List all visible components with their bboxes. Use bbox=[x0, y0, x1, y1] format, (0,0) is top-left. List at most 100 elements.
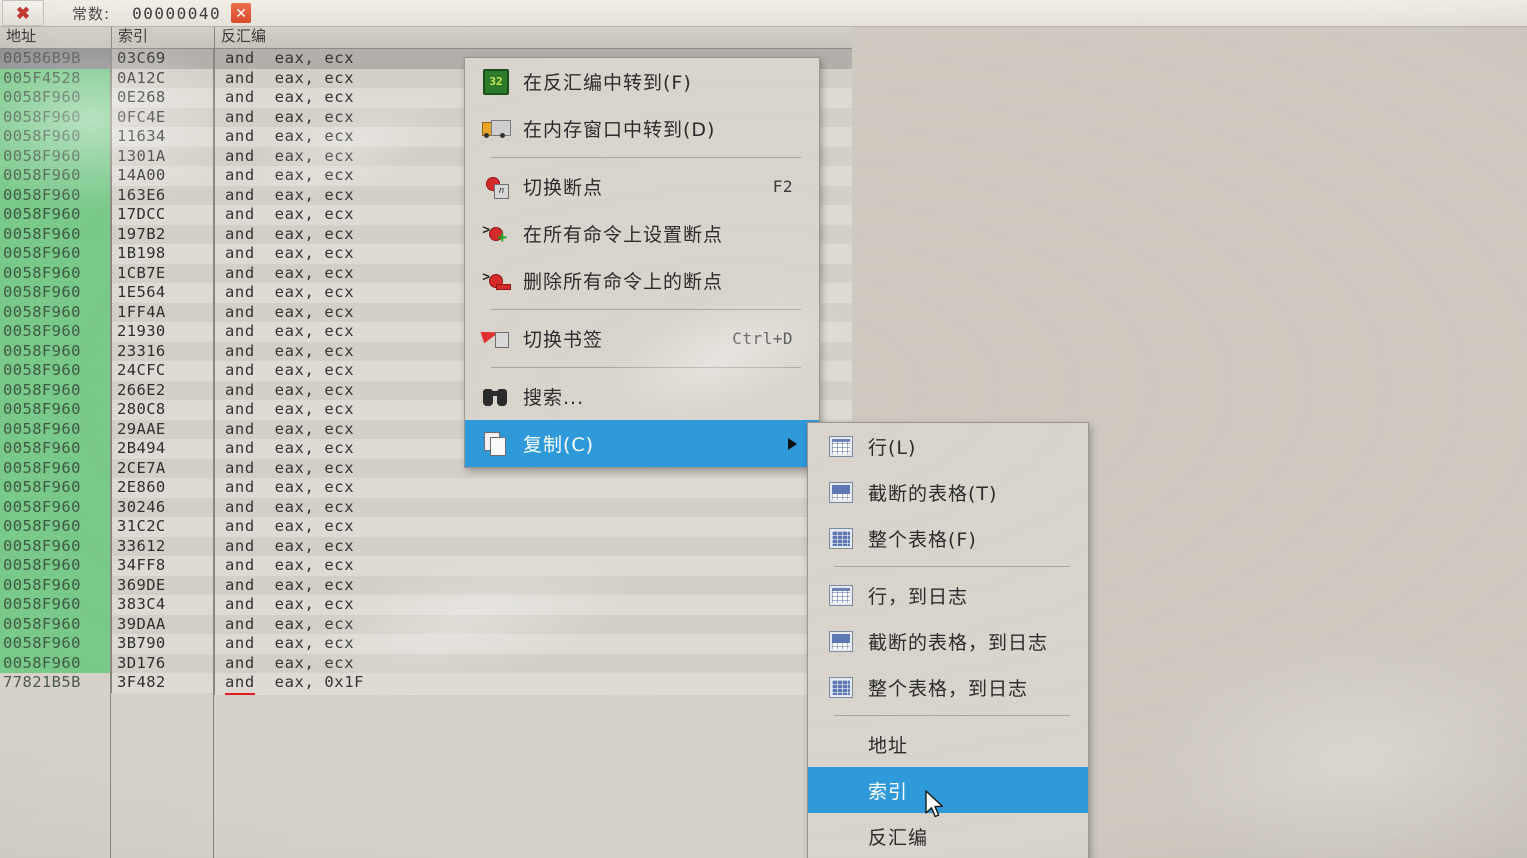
instruction-operands: eax, ecx bbox=[274, 439, 355, 457]
column-divider-2[interactable] bbox=[213, 48, 214, 858]
copy-submenu-item[interactable]: 索引 bbox=[808, 767, 1088, 813]
instruction-mnemonic: and bbox=[225, 595, 255, 617]
cell-index: 163E6 bbox=[111, 185, 213, 205]
cell-index: 1CB7E bbox=[111, 263, 213, 283]
column-divider-1[interactable] bbox=[110, 48, 111, 858]
table-row[interactable]: 0058F960 383C4 and eax, ecx bbox=[0, 595, 852, 617]
cell-index: 30246 bbox=[111, 497, 213, 517]
cell-address: 0058F960 bbox=[0, 341, 110, 361]
cell-index: 197B2 bbox=[111, 224, 213, 244]
context-menu-separator bbox=[491, 157, 801, 158]
table-row[interactable]: 0058F960 369DE and eax, ecx bbox=[0, 575, 852, 597]
copy-submenu-item[interactable]: 地址 bbox=[808, 721, 1088, 767]
column-header-index[interactable]: 索引 bbox=[111, 26, 214, 48]
close-button[interactable]: ✖ bbox=[2, 0, 44, 26]
copy-submenu-item[interactable]: 行，到日志 bbox=[808, 572, 1088, 618]
table-row[interactable]: 77821B5B 3F482 and eax, 0x1F bbox=[0, 673, 852, 695]
context-menu-item[interactable]: > 删除所有命令上的断点 bbox=[465, 257, 819, 304]
instruction-mnemonic: and bbox=[225, 147, 255, 168]
cell-address: 0058F960 bbox=[0, 88, 110, 108]
cell-address: 0058F960 bbox=[0, 458, 110, 478]
instruction-operands: eax, ecx bbox=[274, 478, 355, 496]
cell-address: 005F4528 bbox=[0, 68, 110, 88]
context-menu-item-shortcut: F2 bbox=[772, 177, 793, 196]
cell-address: 0058F960 bbox=[0, 614, 110, 634]
copy-submenu-item[interactable]: 截断的表格(T) bbox=[808, 469, 1088, 515]
instruction-mnemonic: and bbox=[225, 88, 255, 110]
instruction-operands: eax, ecx bbox=[274, 127, 355, 145]
context-menu-item[interactable]: 切换书签 Ctrl+D bbox=[465, 315, 819, 362]
cell-disassembly: and eax, ecx bbox=[214, 575, 852, 597]
context-menu-item[interactable]: 在内存窗口中转到(D) bbox=[465, 105, 819, 152]
instruction-mnemonic: and bbox=[225, 205, 255, 227]
copy-submenu-item[interactable]: 整个表格(F) bbox=[808, 515, 1088, 561]
cell-address: 0058F960 bbox=[0, 302, 110, 322]
table-truncated-icon bbox=[822, 477, 860, 507]
cell-address: 0058F960 bbox=[0, 575, 110, 595]
breakpoint-icon: n bbox=[477, 172, 515, 202]
cell-index: 14A00 bbox=[111, 166, 213, 186]
cell-address: 0058F960 bbox=[0, 439, 110, 459]
instruction-mnemonic: and bbox=[225, 69, 255, 90]
context-menu-separator bbox=[491, 309, 801, 310]
table-row[interactable]: 0058F960 39DAA and eax, ecx bbox=[0, 614, 852, 636]
cell-disassembly: and eax, ecx bbox=[214, 595, 852, 617]
table-row[interactable]: 0058F960 34FF8 and eax, ecx bbox=[0, 556, 852, 578]
instruction-mnemonic: and bbox=[225, 322, 255, 344]
table-row[interactable]: 0058F960 31C2C and eax, ecx bbox=[0, 517, 852, 539]
instruction-operands: eax, ecx bbox=[274, 419, 355, 438]
instruction-operands: eax, ecx bbox=[274, 322, 355, 340]
instruction-operands: eax, ecx bbox=[274, 107, 355, 126]
instruction-mnemonic: and bbox=[225, 556, 255, 578]
cell-index: 383C4 bbox=[111, 595, 213, 615]
context-menu-item-label: 复制(C) bbox=[523, 434, 595, 456]
copy-submenu-item[interactable]: 行(L) bbox=[808, 423, 1088, 469]
cell-index: 21930 bbox=[111, 322, 213, 342]
cell-index: 280C8 bbox=[111, 400, 213, 420]
table-row[interactable]: 0058F960 3B790 and eax, ecx bbox=[0, 634, 852, 656]
table-row[interactable]: 0058F960 30246 and eax, ecx bbox=[0, 497, 852, 519]
context-menu-item[interactable]: 复制(C) bbox=[465, 420, 819, 467]
instruction-mnemonic: and bbox=[225, 283, 255, 305]
instruction-mnemonic: and bbox=[225, 381, 255, 402]
instruction-operands: eax, ecx bbox=[274, 575, 355, 594]
copy-submenu-item[interactable]: 截断的表格，到日志 bbox=[808, 618, 1088, 664]
instruction-operands: eax, ecx bbox=[274, 244, 355, 262]
column-header-address[interactable]: 地址 bbox=[0, 26, 111, 48]
context-menu[interactable]: 32 在反汇编中转到(F) 在内存窗口中转到(D) n 切换断点 F2 > + 在所有命令上设置… bbox=[464, 57, 820, 468]
context-menu-item-label: 切换断点 bbox=[523, 177, 604, 199]
table-row[interactable]: 0058F960 2E860 and eax, ecx bbox=[0, 478, 852, 500]
copy-submenu-separator bbox=[834, 566, 1070, 567]
instruction-operands: eax, ecx bbox=[274, 283, 355, 301]
table-row[interactable]: 0058F960 33612 and eax, ecx bbox=[0, 536, 852, 558]
copy-submenu-item-label: 整个表格(F) bbox=[868, 528, 977, 551]
screen-photo: ✖ 常数: 00000040 ✕ 地址 索引 反汇编 00586B9B 03C69… bbox=[0, 0, 1527, 858]
cell-disassembly: and eax, ecx bbox=[214, 517, 852, 539]
cell-index: 31C2C bbox=[111, 517, 213, 537]
context-menu-item[interactable]: > + 在所有命令上设置断点 bbox=[465, 210, 819, 257]
cell-address: 0058F960 bbox=[0, 127, 110, 147]
constant-value[interactable]: 00000040 bbox=[132, 4, 221, 23]
cell-index: 23316 bbox=[111, 341, 213, 361]
cell-address: 0058F960 bbox=[0, 653, 110, 673]
cell-index: 1FF4A bbox=[111, 302, 213, 322]
copy-submenu[interactable]: 行(L) 截断的表格(T) 整个表格(F) 行，到日志 截断的表格，到日志 整个表格，到日… bbox=[807, 422, 1089, 858]
instruction-operands: eax, ecx bbox=[274, 497, 355, 516]
cell-index: 1E564 bbox=[111, 283, 213, 303]
memory-truck-icon bbox=[477, 114, 515, 144]
clear-constant-button[interactable]: ✕ bbox=[231, 3, 252, 23]
copy-submenu-item[interactable]: 反汇编 bbox=[808, 813, 1088, 858]
table-full-icon bbox=[822, 672, 860, 702]
cell-disassembly: and eax, ecx bbox=[214, 614, 852, 636]
context-menu-item[interactable]: n 切换断点 F2 bbox=[465, 163, 819, 210]
cell-address: 0058F960 bbox=[0, 205, 110, 225]
context-menu-item[interactable]: 搜索... bbox=[465, 373, 819, 420]
table-row[interactable]: 0058F960 3D176 and eax, ecx bbox=[0, 653, 852, 675]
table-header: 地址 索引 反汇编 bbox=[0, 26, 852, 49]
context-menu-item[interactable]: 32 在反汇编中转到(F) bbox=[465, 58, 819, 105]
context-menu-item-label: 删除所有命令上的断点 bbox=[523, 271, 724, 293]
column-header-disassembly[interactable]: 反汇编 bbox=[214, 26, 852, 48]
copy-submenu-item[interactable]: 整个表格，到日志 bbox=[808, 664, 1088, 710]
cell-index: 2CE7A bbox=[111, 458, 213, 478]
cell-disassembly: and eax, ecx bbox=[214, 497, 852, 519]
